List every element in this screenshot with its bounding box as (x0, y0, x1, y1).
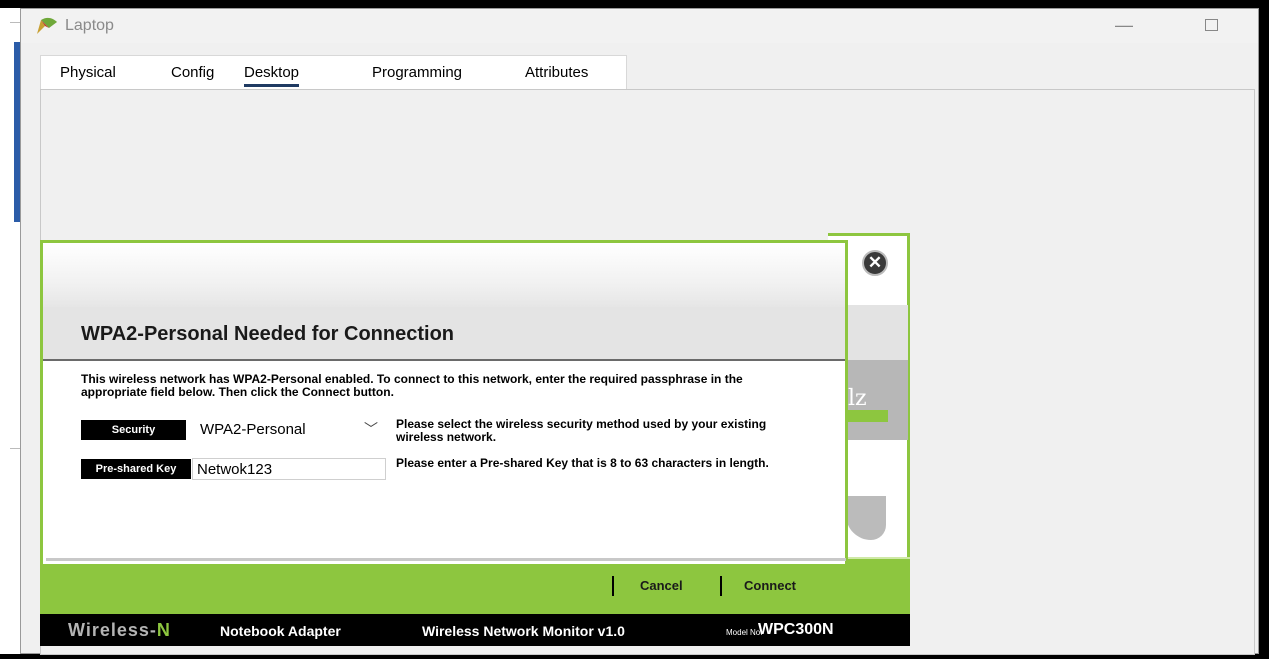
product-name: Notebook Adapter (220, 623, 341, 639)
tab-config[interactable]: Config (171, 64, 214, 81)
dialog-divider (46, 558, 846, 561)
chevron-down-icon: ﹀ (364, 421, 378, 437)
dialog-header: WPA2-Personal Needed for Connection (43, 307, 845, 361)
dialog-button-bar: Cancel Connect (40, 557, 910, 614)
left-edge-tick (10, 22, 20, 23)
button-separator (720, 576, 722, 596)
tab-programming[interactable]: Programming (372, 64, 462, 81)
background-signal-bar (848, 410, 888, 422)
connect-button[interactable]: Connect (744, 578, 796, 593)
monitor-version: Wireless Network Monitor v1.0 (422, 623, 625, 639)
tab-desktop[interactable]: Desktop (244, 64, 300, 87)
psk-input[interactable] (192, 458, 386, 480)
maximize-button[interactable] (1205, 19, 1218, 31)
security-label: Security (81, 420, 186, 440)
minimize-button[interactable]: — (1113, 15, 1135, 37)
wpa2-dialog: WPA2-Personal Needed for Connection This… (40, 240, 848, 564)
cancel-button[interactable]: Cancel (640, 578, 683, 593)
psk-label: Pre-shared Key (81, 459, 191, 479)
close-icon[interactable]: ✕ (862, 250, 888, 276)
description-text-end: button. (349, 385, 394, 399)
laptop-app-icon (35, 16, 59, 36)
adapter-footer: Wireless-N Notebook Adapter Wireless Net… (40, 614, 910, 646)
dialog-top-gradient (43, 243, 845, 307)
left-edge-tick (10, 448, 20, 449)
brand-n: N (156, 620, 171, 640)
security-select-value: WPA2-Personal (200, 421, 306, 438)
brand-logo: Wireless-N (68, 620, 171, 641)
security-help-text: Please select the wireless security meth… (396, 417, 767, 444)
dialog-title: WPA2-Personal Needed for Connection (81, 323, 455, 345)
dialog-description: This wireless network has WPA2-Personal … (81, 373, 801, 399)
tab-attributes[interactable]: Attributes (525, 64, 588, 81)
background-partial-text: lz (848, 386, 867, 411)
button-separator (612, 576, 614, 596)
model-label: Model No. (726, 628, 763, 637)
brand-text: Wireless- (68, 620, 157, 640)
security-select[interactable]: WPA2-Personal ﹀ (192, 418, 386, 442)
title-bar: Laptop — (21, 9, 1258, 43)
window-title: Laptop (65, 17, 114, 34)
model-number: WPC300N (758, 621, 834, 638)
left-edge-strip (0, 8, 20, 654)
tab-bar: Physical Config Desktop Programming Attr… (40, 55, 627, 89)
tab-physical[interactable]: Physical (60, 64, 116, 81)
description-text: This wireless network has WPA2-Personal … (81, 372, 743, 399)
psk-help-text: Please enter a Pre-shared Key that is 8 … (396, 456, 769, 470)
description-connect-word: Connect (301, 385, 350, 399)
